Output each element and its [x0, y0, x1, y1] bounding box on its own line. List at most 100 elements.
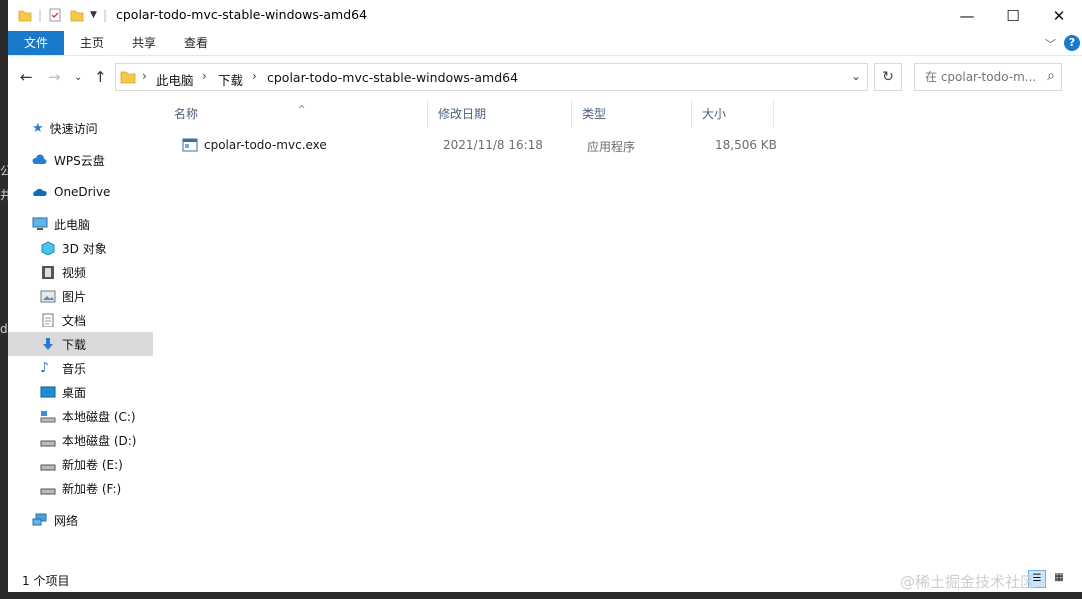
- sidebar-item-label: OneDrive: [54, 185, 111, 199]
- breadcrumb-current-folder[interactable]: cpolar-todo-mvc-stable-windows-amd64: [267, 70, 518, 85]
- sidebar-item-drive-d[interactable]: 本地磁盘 (D:): [8, 428, 153, 452]
- file-modified: 2021/11/8 16:18: [443, 138, 543, 152]
- sidebar-item-pictures[interactable]: 图片: [8, 284, 153, 308]
- item-count: 1 个项目: [22, 574, 70, 588]
- new-folder-icon[interactable]: [70, 8, 84, 22]
- search-input[interactable]: [923, 69, 1039, 85]
- large-icons-view-button[interactable]: ▦: [1050, 570, 1068, 588]
- forward-arrow-icon[interactable]: →: [48, 68, 61, 86]
- sidebar-item-wps-cloud[interactable]: WPS云盘: [8, 148, 153, 172]
- search-icon: ⌕: [1047, 68, 1055, 84]
- breadcrumb-this-pc[interactable]: 此电脑: [156, 70, 194, 89]
- column-header-size[interactable]: 大小: [692, 100, 774, 128]
- sidebar-item-this-pc[interactable]: 此电脑: [8, 212, 153, 236]
- up-arrow-icon[interactable]: ↑: [94, 68, 107, 86]
- column-header-type[interactable]: 类型: [572, 100, 692, 128]
- picture-icon: [40, 290, 56, 303]
- help-button[interactable]: ?: [1064, 35, 1080, 51]
- address-dropdown-chevron-icon[interactable]: ⌄: [851, 69, 861, 83]
- file-row[interactable]: cpolar-todo-mvc.exe 2021/11/8 16:18 应用程序…: [172, 134, 792, 156]
- document-icon: [42, 313, 54, 327]
- desktop-icon: [40, 386, 56, 398]
- sidebar-item-documents[interactable]: 文档: [8, 308, 153, 332]
- tab-file[interactable]: 文件: [8, 31, 64, 55]
- sidebar-item-music[interactable]: ♪ 音乐: [8, 356, 153, 380]
- expand-ribbon-chevron-icon[interactable]: ﹀: [1045, 36, 1056, 52]
- sidebar-item-label: 本地磁盘 (C:): [62, 409, 136, 424]
- sidebar-item-label: 此电脑: [54, 217, 91, 232]
- breadcrumb-downloads[interactable]: 下载: [218, 70, 243, 89]
- sidebar-item-label: 网络: [54, 513, 79, 528]
- sidebar-item-videos[interactable]: 视频: [8, 260, 153, 284]
- window-title: cpolar-todo-mvc-stable-windows-amd64: [116, 7, 368, 22]
- cloud-icon: [32, 154, 47, 164]
- folder-icon: [120, 71, 136, 84]
- file-name: cpolar-todo-mvc.exe: [204, 138, 327, 152]
- music-icon: ♪: [40, 360, 49, 376]
- sidebar-item-label: 桌面: [62, 385, 87, 400]
- sidebar-item-label: 新加卷 (E:): [62, 457, 123, 472]
- tab-view[interactable]: 查看: [176, 31, 216, 55]
- maximize-button[interactable]: ☐: [990, 0, 1036, 31]
- sidebar-item-downloads[interactable]: 下载: [8, 332, 153, 356]
- column-header-name[interactable]: 名称 ^: [164, 100, 428, 128]
- sidebar-item-drive-f[interactable]: 新加卷 (F:): [8, 476, 153, 500]
- background-text-fragment: d: [0, 322, 8, 336]
- ribbon-tabs: 文件 主页 共享 查看 ﹀ ?: [8, 31, 1082, 56]
- film-icon: [42, 266, 54, 279]
- recent-locations-chevron-icon[interactable]: ⌄: [74, 72, 82, 83]
- breadcrumb-separator-icon: ›: [202, 69, 207, 83]
- breadcrumb-separator-icon: ›: [142, 69, 147, 83]
- sidebar-item-3d-objects[interactable]: 3D 对象: [8, 236, 153, 260]
- explorer-window: | ▼ | cpolar-todo-mvc-stable-windows-amd…: [8, 0, 1082, 592]
- column-header-label: 类型: [582, 107, 607, 121]
- sidebar-item-drive-e[interactable]: 新加卷 (E:): [8, 452, 153, 476]
- drive-icon: [40, 464, 56, 471]
- column-header-modified[interactable]: 修改日期: [428, 100, 572, 128]
- computer-icon: [32, 217, 48, 230]
- address-bar[interactable]: › 此电脑 › 下载 › cpolar-todo-mvc-stable-wind…: [115, 63, 868, 91]
- customize-toolbar-chevron-icon[interactable]: ▼: [90, 10, 97, 20]
- sidebar-item-label: 本地磁盘 (D:): [62, 433, 137, 448]
- sidebar-item-label: 文档: [62, 313, 87, 328]
- sidebar-item-network[interactable]: 网络: [8, 508, 153, 532]
- refresh-button[interactable]: ↻: [874, 63, 902, 91]
- drive-icon: [40, 440, 56, 447]
- properties-icon[interactable]: [48, 8, 62, 22]
- column-header-label: 大小: [702, 107, 727, 121]
- file-size: 18,506 KB: [715, 138, 777, 152]
- sidebar-item-label: WPS云盘: [54, 153, 105, 168]
- watermark: @稀土掘金技术社区: [900, 573, 1036, 591]
- star-icon: ★: [32, 120, 44, 136]
- drive-icon: [40, 488, 56, 495]
- navigation-bar: ← → ⌄ ↑ › 此电脑 › 下载 › cpolar-todo-mvc-sta…: [8, 56, 1082, 100]
- sidebar-item-label: 图片: [62, 289, 87, 304]
- sidebar-item-onedrive[interactable]: OneDrive: [8, 180, 153, 204]
- sidebar-item-label: 快速访问: [49, 121, 98, 136]
- column-header-label: 名称: [174, 107, 199, 121]
- folder-icon[interactable]: [18, 8, 32, 22]
- close-button[interactable]: ✕: [1036, 0, 1082, 31]
- sidebar-item-label: 视频: [62, 265, 87, 280]
- quick-access-toolbar: | ▼ |: [18, 6, 107, 24]
- tab-home[interactable]: 主页: [72, 31, 112, 55]
- navigation-pane: ★ 快速访问 WPS云盘 OneDrive 此电脑 3D 对象 视频 图片 文档 …: [8, 104, 154, 564]
- network-icon: [32, 513, 47, 526]
- large-icons-view-icon: ▦: [1054, 572, 1064, 583]
- refresh-icon: ↻: [882, 69, 894, 85]
- title-bar: | ▼ | cpolar-todo-mvc-stable-windows-amd…: [8, 0, 1082, 31]
- sidebar-item-label: 下载: [62, 337, 87, 352]
- sidebar-item-label: 新加卷 (F:): [62, 481, 122, 496]
- cube-icon: [41, 241, 55, 255]
- breadcrumb-separator-icon: ›: [252, 69, 257, 83]
- sidebar-item-quick-access[interactable]: ★ 快速访问: [8, 116, 153, 140]
- sidebar-item-label: 3D 对象: [62, 241, 107, 256]
- minimize-button[interactable]: —: [944, 0, 990, 31]
- back-arrow-icon[interactable]: ←: [20, 68, 33, 86]
- file-list: 名称 ^ 修改日期 类型 大小 cpolar-todo-mvc.exe 2021…: [164, 100, 1082, 562]
- sidebar-item-label: 音乐: [62, 361, 87, 376]
- tab-share[interactable]: 共享: [124, 31, 164, 55]
- sidebar-item-drive-c[interactable]: 本地磁盘 (C:): [8, 404, 153, 428]
- search-box[interactable]: ⌕: [914, 63, 1062, 91]
- sidebar-item-desktop[interactable]: 桌面: [8, 380, 153, 404]
